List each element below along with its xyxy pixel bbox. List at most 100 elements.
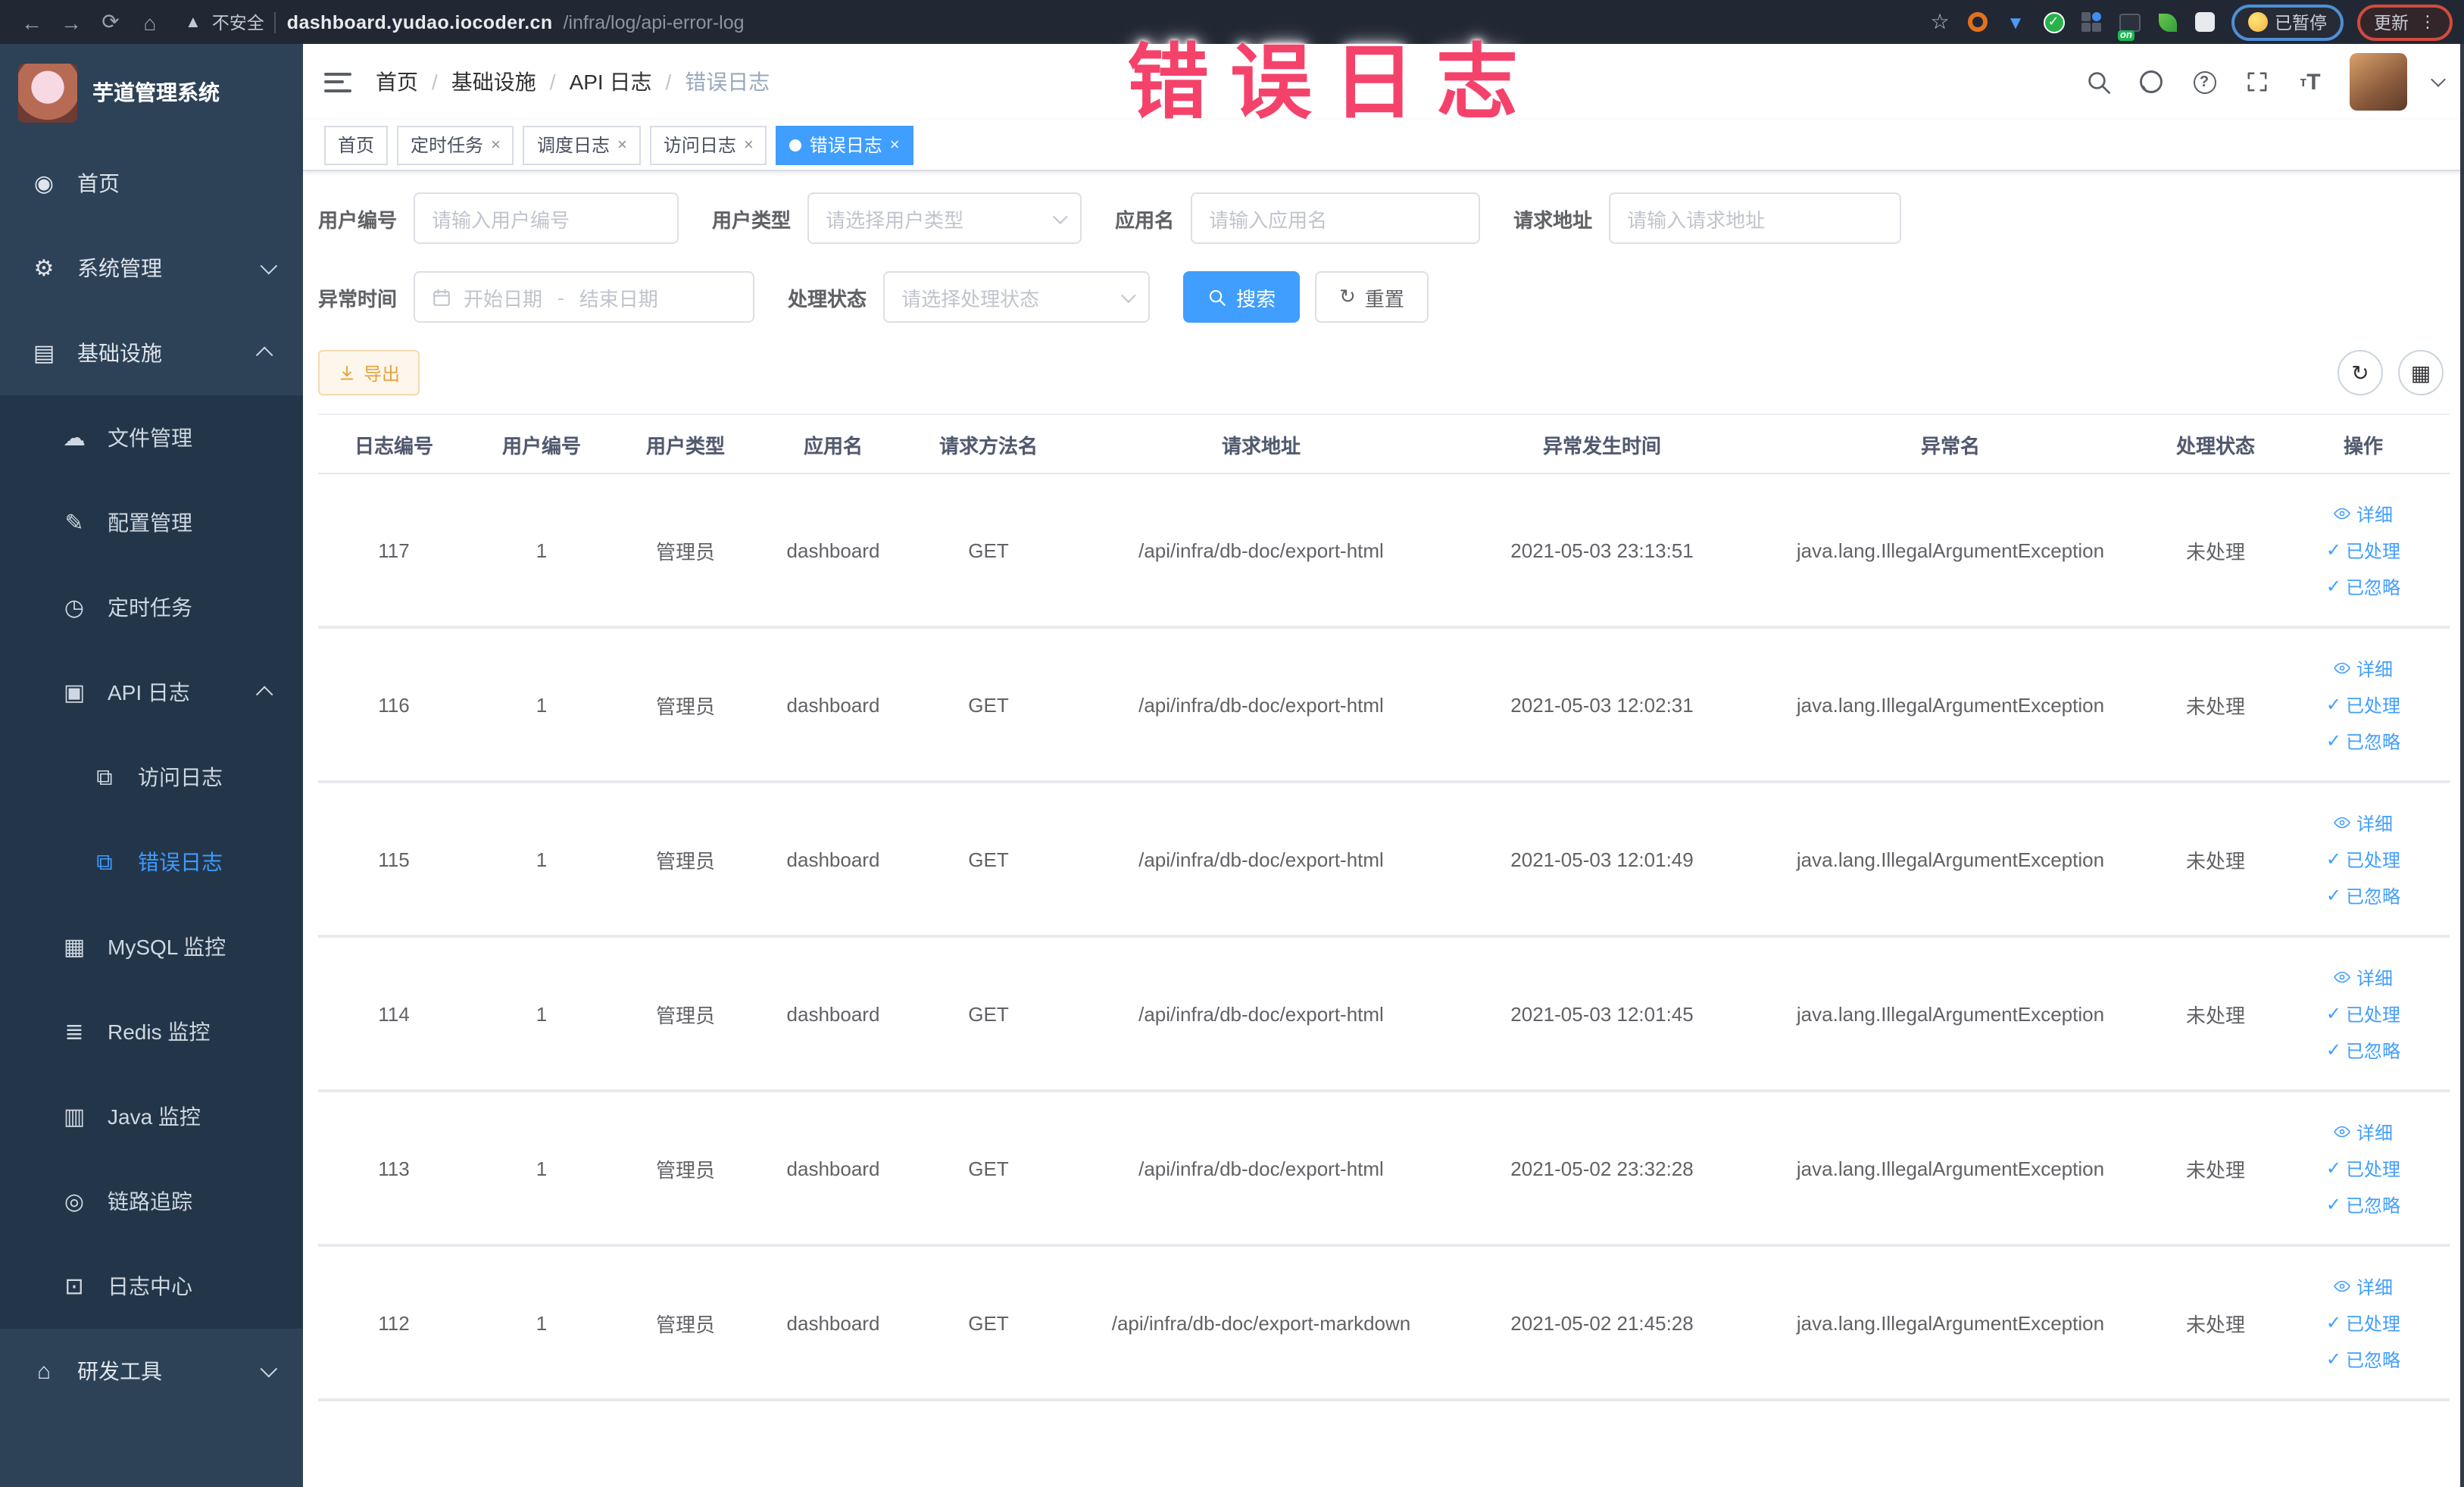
sidebar-item-label: MySQL 监控 xyxy=(108,935,226,959)
sidebar-item-error-log[interactable]: ⧉ 错误日志 xyxy=(0,820,303,904)
table-row[interactable]: 113 1 管理员 dashboard GET /api/infra/db-do… xyxy=(318,1092,2450,1247)
ext-orange-icon[interactable] xyxy=(1966,10,1990,34)
help-icon[interactable]: ? xyxy=(2191,68,2218,95)
reset-button[interactable]: ↻ 重置 xyxy=(1315,271,1429,323)
home-icon[interactable]: ⌂ xyxy=(130,10,170,34)
user-avatar[interactable] xyxy=(2350,53,2407,111)
process-status-select[interactable]: 请选择处理状态 xyxy=(883,271,1151,323)
ignored-link[interactable]: ✓ 已忽略 xyxy=(2326,728,2400,754)
reload-icon[interactable]: ⟳ xyxy=(91,9,130,35)
sidebar-item-scheduled-tasks[interactable]: ◷ 定时任务 xyxy=(0,565,303,650)
cell-user-type: 管理员 xyxy=(655,1313,715,1335)
ext-grid-icon[interactable] xyxy=(2079,10,2103,34)
sidebar-item-log-center[interactable]: ⊡ 日志中心 xyxy=(0,1244,303,1329)
extensions-puzzle-icon[interactable] xyxy=(2193,10,2217,34)
search-icon[interactable] xyxy=(2085,68,2112,95)
sidebar-item-access-log[interactable]: ⧉ 访问日志 xyxy=(0,735,303,820)
fullscreen-icon[interactable] xyxy=(2244,68,2271,95)
tab-error-log[interactable]: 错误日志 × xyxy=(776,125,913,164)
ignored-link[interactable]: ✓ 已忽略 xyxy=(2326,1346,2400,1372)
request-url-input[interactable]: 请输入请求地址 xyxy=(1609,192,1902,244)
processed-link[interactable]: ✓ 已处理 xyxy=(2326,1001,2400,1026)
ext-switch-icon[interactable]: on xyxy=(2117,10,2141,40)
tab-scheduled-tasks[interactable]: 定时任务 × xyxy=(397,125,514,164)
detail-link[interactable]: 详细 xyxy=(2334,964,2393,990)
search-button[interactable]: 搜索 xyxy=(1183,271,1301,323)
tab-home[interactable]: 首页 xyxy=(324,125,389,164)
user-id-input[interactable]: 请输入用户编号 xyxy=(414,192,679,244)
cell-request-url: /api/infra/db-doc/export-html xyxy=(1138,1002,1384,1025)
processed-link[interactable]: ✓ 已处理 xyxy=(2326,537,2400,563)
close-icon[interactable]: × xyxy=(617,136,627,154)
cell-user-type: 管理员 xyxy=(655,1004,715,1026)
ignored-link[interactable]: ✓ 已忽略 xyxy=(2326,883,2400,908)
refresh-icon: ↻ xyxy=(2351,360,2369,384)
sidebar-item-file-management[interactable]: ☁ 文件管理 xyxy=(0,395,303,480)
cell-app-name: dashboard xyxy=(786,1311,880,1334)
processed-link[interactable]: ✓ 已处理 xyxy=(2326,1310,2400,1335)
export-button[interactable]: 导出 xyxy=(318,350,420,395)
paused-label: 已暂停 xyxy=(2275,14,2327,33)
cell-actions: 详细 ✓ 已处理 ✓ 已忽略 xyxy=(2280,964,2447,1063)
ext-green-check-icon[interactable]: ✓ xyxy=(2041,10,2066,34)
sidebar-item-trace[interactable]: ◎ 链路追踪 xyxy=(0,1159,303,1244)
processed-link[interactable]: ✓ 已处理 xyxy=(2326,692,2400,717)
user-type-select[interactable]: 请选择用户类型 xyxy=(807,192,1082,244)
detail-link[interactable]: 详细 xyxy=(2334,810,2393,836)
refresh-table-button[interactable]: ↻ xyxy=(2338,350,2383,395)
forward-icon[interactable]: → xyxy=(52,10,91,34)
close-icon[interactable]: × xyxy=(890,136,900,154)
ext-leaf-icon[interactable] xyxy=(2155,10,2179,34)
hamburger-icon[interactable] xyxy=(324,72,351,92)
cell-exception-name: java.lang.IllegalArgumentException xyxy=(1796,539,2105,561)
tab-schedule-log[interactable]: 调度日志 × xyxy=(523,125,641,164)
kebab-menu-icon[interactable]: ⋮ xyxy=(2419,12,2436,32)
back-icon[interactable]: ← xyxy=(12,10,52,34)
breadcrumb-api-log[interactable]: API 日志 xyxy=(570,67,652,97)
table-row[interactable]: 117 1 管理员 dashboard GET /api/infra/db-do… xyxy=(318,474,2450,629)
ignored-link[interactable]: ✓ 已忽略 xyxy=(2326,1037,2400,1063)
window-edge-scrollbar[interactable] xyxy=(2460,44,2464,1487)
font-size-icon[interactable]: тT xyxy=(2297,68,2324,95)
check-icon: ✓ xyxy=(2325,1003,2342,1024)
breadcrumb-home[interactable]: 首页 xyxy=(376,67,418,97)
breadcrumb-infrastructure[interactable]: 基础设施 xyxy=(451,67,536,97)
table-row[interactable]: 112 1 管理员 dashboard GET /api/infra/db-do… xyxy=(318,1247,2450,1401)
sidebar-item-home[interactable]: ◉ 首页 xyxy=(0,141,303,226)
update-button[interactable]: 更新 ⋮ xyxy=(2357,4,2453,40)
detail-link[interactable]: 详细 xyxy=(2334,1119,2393,1145)
close-icon[interactable]: × xyxy=(744,136,754,154)
ignored-link[interactable]: ✓ 已忽略 xyxy=(2326,573,2400,599)
tab-access-log[interactable]: 访问日志 × xyxy=(649,125,767,164)
app-name-input[interactable]: 请输入应用名 xyxy=(1191,192,1481,244)
table-row[interactable]: 116 1 管理员 dashboard GET /api/infra/db-do… xyxy=(318,629,2450,783)
ignored-link[interactable]: ✓ 已忽略 xyxy=(2326,1192,2400,1217)
sidebar-item-mysql-monitor[interactable]: ▦ MySQL 监控 xyxy=(0,904,303,989)
exception-time-range-picker[interactable]: 开始日期 - 结束日期 xyxy=(414,271,755,323)
github-icon[interactable] xyxy=(2138,68,2165,95)
sidebar-item-java-monitor[interactable]: ▥ Java 监控 xyxy=(0,1074,303,1159)
caret-down-icon[interactable] xyxy=(2431,72,2446,87)
processed-link[interactable]: ✓ 已处理 xyxy=(2326,846,2400,872)
cell-status: 未处理 xyxy=(2185,695,2245,717)
detail-link[interactable]: 详细 xyxy=(2334,655,2393,681)
processed-link[interactable]: ✓ 已处理 xyxy=(2326,1155,2400,1181)
sidebar-item-system-management[interactable]: ⚙ 系统管理 xyxy=(0,226,303,311)
bookmark-star-icon[interactable]: ☆ xyxy=(1928,9,1952,34)
address-bar[interactable]: ▲ 不安全 dashboard.yudao.iocoder.cn/infra/l… xyxy=(185,10,1928,34)
detail-link[interactable]: 详细 xyxy=(2334,501,2393,526)
detail-link[interactable]: 详细 xyxy=(2334,1273,2393,1299)
sidebar-item-api-log[interactable]: ▣ API 日志 xyxy=(0,650,303,735)
table-row[interactable]: 115 1 管理员 dashboard GET /api/infra/db-do… xyxy=(318,783,2450,938)
sidebar-item-config-management[interactable]: ✎ 配置管理 xyxy=(0,480,303,565)
column-settings-button[interactable]: ▦ xyxy=(2398,350,2444,395)
ext-blue-shield-icon[interactable]: ▼ xyxy=(2003,10,2028,34)
table-row[interactable]: 114 1 管理员 dashboard GET /api/infra/db-do… xyxy=(318,938,2450,1092)
sidebar-item-redis-monitor[interactable]: ≣ Redis 监控 xyxy=(0,989,303,1074)
sidebar-item-infrastructure[interactable]: ▤ 基础设施 xyxy=(0,311,303,395)
paused-extension-pill[interactable]: 已暂停 xyxy=(2231,4,2344,40)
sidebar-item-label: 定时任务 xyxy=(108,595,192,620)
close-icon[interactable]: × xyxy=(491,136,501,154)
sidebar-logo-row[interactable]: 芋道管理系统 xyxy=(0,44,303,141)
sidebar-item-dev-tools[interactable]: ⌂ 研发工具 xyxy=(0,1329,303,1414)
